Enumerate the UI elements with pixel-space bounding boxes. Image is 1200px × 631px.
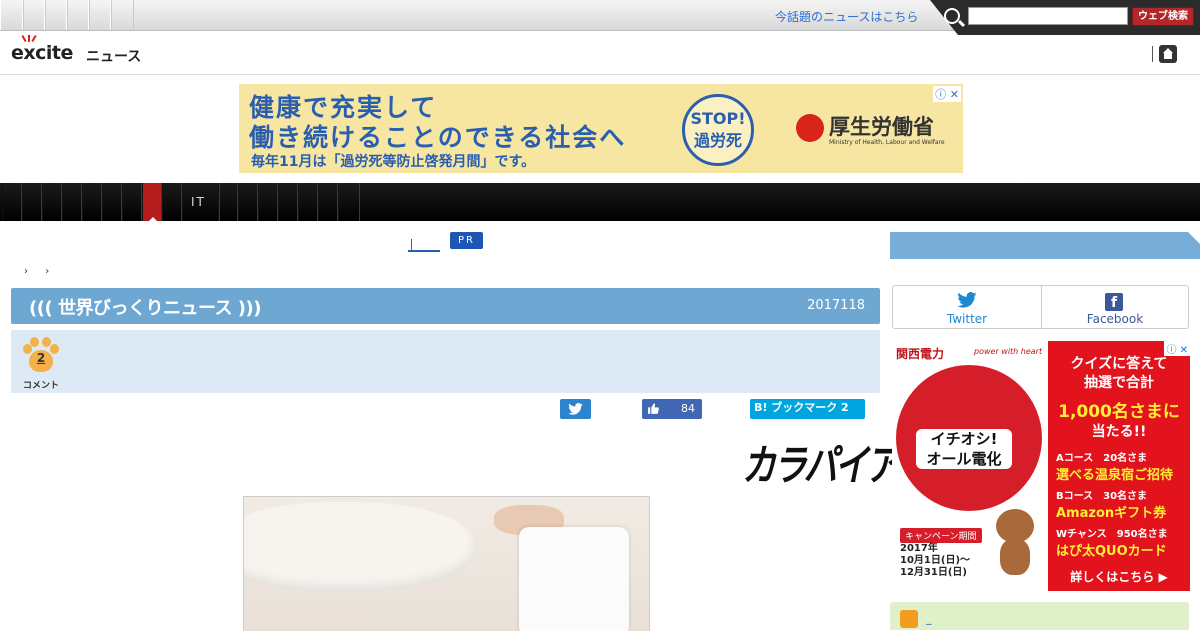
breadcrumb: › ›	[24, 266, 63, 277]
nav-tab[interactable]	[42, 183, 62, 221]
ad-choices-icon[interactable]: ⓘ ✕	[1164, 341, 1190, 356]
facebook-icon: f	[1105, 293, 1123, 311]
ad-win-text: 当たる!!	[1091, 424, 1147, 440]
excite-logo[interactable]: excite	[11, 34, 73, 64]
nav-tab[interactable]	[102, 183, 122, 221]
ad-choices-icon[interactable]: ⓘ ✕	[933, 86, 961, 102]
top-nav-segment[interactable]	[44, 0, 68, 30]
logo-text: excite	[11, 42, 73, 64]
ad-more-link[interactable]: 詳しくはこちら ▶	[1056, 568, 1182, 585]
ad-banner[interactable]: 健康で充実して 働き続けることのできる社会へ 毎年11月は「過労死等防止啓発月間…	[239, 84, 963, 173]
nav-tab[interactable]	[318, 183, 338, 221]
home-icon[interactable]	[1159, 45, 1177, 63]
facebook-like-button[interactable]: 84	[642, 399, 702, 419]
ad-brand: 関西電力	[896, 347, 945, 361]
top-nav-segment[interactable]	[110, 0, 134, 30]
search-icon	[944, 8, 960, 24]
banner-headline-2: 働き続けることのできる社会へ	[249, 123, 627, 152]
tweet-button[interactable]	[560, 399, 591, 419]
like-count: 84	[681, 402, 695, 415]
hatena-bookmark-button[interactable]: B! ブックマーク 2	[750, 399, 865, 419]
web-search-button[interactable]: ウェブ検索	[1132, 7, 1194, 26]
twitter-label: Twitter	[946, 312, 988, 326]
header: excite ニュース	[0, 30, 1200, 75]
ad-quiz-text: クイズに答えて 抽選で合計	[1070, 356, 1168, 391]
nav-tab[interactable]	[62, 183, 82, 221]
comment-bar: 2 コメント	[11, 330, 880, 393]
nav-tab[interactable]	[162, 183, 182, 221]
top-nav-segment[interactable]	[0, 0, 24, 30]
nav-tab[interactable]	[298, 183, 318, 221]
nav-tab[interactable]	[122, 183, 142, 221]
widget-icon	[900, 610, 918, 628]
widget-link[interactable]: _	[926, 612, 932, 625]
nav-tab[interactable]	[82, 183, 102, 221]
ad-circle-text: イチオシ! オール電化	[916, 429, 1012, 469]
ad-course-w: Wチャンス 950名さま はぴ太QUOカード	[1056, 529, 1168, 559]
logo-news-label: ニュース	[86, 49, 142, 65]
top-nav-segment[interactable]	[66, 0, 90, 30]
nav-tab-active[interactable]	[142, 183, 162, 221]
twitter-bird-icon	[568, 403, 583, 415]
ad-course-a: Aコース 20名さま 選べる温泉宿ご招待	[1056, 453, 1174, 483]
nav-tab[interactable]	[218, 183, 238, 221]
breadcrumb-separator: ›	[24, 266, 28, 277]
stop-karoshi-badge: STOP! 過労死	[682, 94, 754, 166]
sidebar-header	[890, 232, 1200, 259]
pr-badge: PR	[450, 232, 483, 249]
nav-tab[interactable]	[338, 183, 360, 221]
nav-tab[interactable]	[278, 183, 298, 221]
top-nav-segment[interactable]	[88, 0, 112, 30]
facebook-follow-button[interactable]: f Facebook	[1042, 286, 1188, 328]
article-date: 2017118	[807, 298, 865, 313]
ad-period: 2017年 10月1日(日)～ 12月31日(日)	[900, 543, 971, 578]
ad-winners-text: 1,000名さまに	[1058, 402, 1180, 422]
sidebar-widget: _	[890, 602, 1189, 630]
source-logo-karapaia[interactable]: カラパイア	[742, 431, 900, 492]
sidebar-ad[interactable]: 関西電力 power with heart イチオシ! オール電化 キャンペーン…	[892, 341, 1190, 591]
paw-icon[interactable]: 2	[22, 337, 60, 373]
twitter-follow-button[interactable]: Twitter	[893, 286, 1041, 328]
nav-tab[interactable]	[2, 183, 22, 221]
nav-tab[interactable]	[238, 183, 258, 221]
ministry-name: 厚生労働省	[829, 115, 934, 139]
divider	[1152, 46, 1153, 62]
comment-count[interactable]: 2	[29, 351, 53, 365]
top-bar: 今話題のニュースはこちら ウェブ検索	[0, 0, 1200, 35]
facebook-label: Facebook	[1086, 312, 1144, 326]
social-follow-box: Twitter f Facebook	[892, 285, 1189, 329]
category-nav: IT	[0, 183, 1200, 221]
category-header: ((( 世界びっくりニュース ))) 2017118	[11, 288, 880, 324]
thumbs-up-icon	[648, 403, 659, 414]
ad-brand-sub: power with heart	[974, 347, 1043, 356]
comment-label: コメント	[23, 381, 60, 391]
nav-tab-it-label: IT	[191, 195, 206, 209]
nav-tab[interactable]	[258, 183, 278, 221]
top-nav-segment[interactable]	[22, 0, 46, 30]
breadcrumb-separator: ›	[45, 266, 50, 277]
trending-news-link[interactable]: 今話題のニュースはこちら	[775, 8, 918, 25]
category-title[interactable]: ((( 世界びっくりニュース )))	[29, 294, 262, 320]
banner-subtext: 毎年11月は「過労死等防止啓発月間」です。	[251, 154, 536, 170]
logo-burst-icon	[21, 34, 37, 43]
ad-period-tag: キャンペーン期間	[900, 528, 982, 543]
ministry-name-en: Ministry of Health, Labour and Welfare	[829, 139, 945, 146]
article-photo[interactable]	[243, 496, 650, 631]
pr-link[interactable]	[408, 239, 440, 252]
search-input[interactable]	[968, 7, 1128, 25]
ad-course-b: Bコース 30名さま Amazonギフト券	[1056, 491, 1167, 521]
ministry-logo-icon	[796, 114, 824, 142]
nav-tab[interactable]	[22, 183, 42, 221]
bear-mascot-icon	[990, 509, 1040, 579]
twitter-icon	[957, 292, 977, 308]
